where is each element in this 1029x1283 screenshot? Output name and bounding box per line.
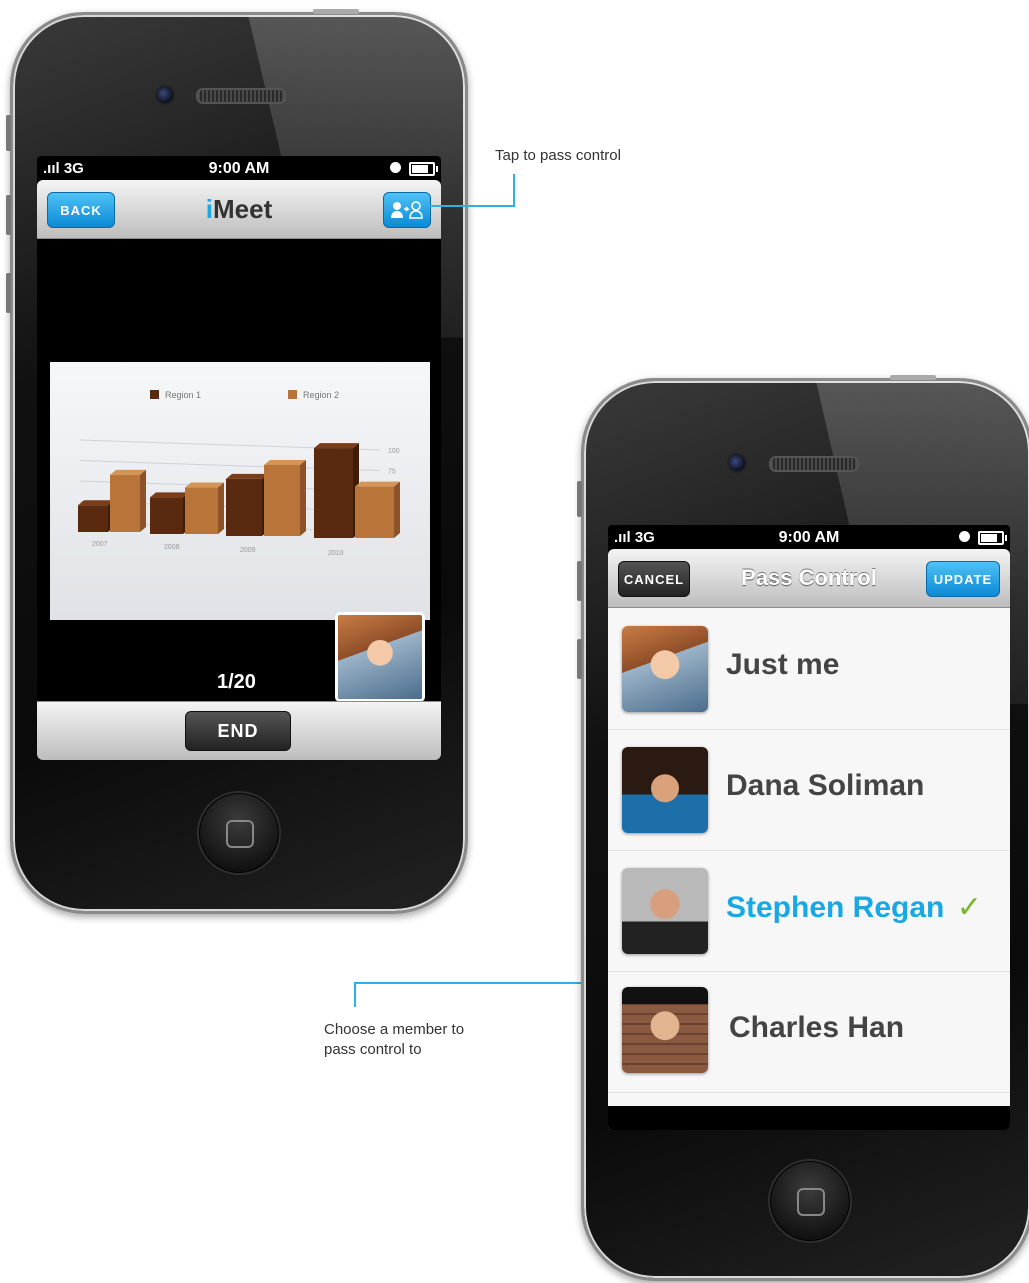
member-name: Charles Han — [729, 1011, 905, 1044]
callout-choose-member: Choose a member to pass control to — [324, 1021, 465, 1058]
callout-pass-control: Tap to pass control — [495, 147, 621, 164]
bar-region-1-2008 — [150, 497, 183, 534]
alarm-icon — [390, 162, 401, 173]
bar-top — [110, 469, 146, 475]
tick-label: 100 — [388, 448, 400, 455]
x-tick-label: 2009 — [240, 547, 256, 554]
bar-top — [78, 500, 114, 506]
avatar — [338, 615, 422, 699]
x-tick-label: 2008 — [164, 544, 180, 551]
bar-top — [264, 459, 306, 465]
status-bar: .ııl 3G 9:00 AM — [37, 156, 441, 180]
app-logo: iMeet — [205, 194, 273, 224]
bar-region-1-2010 — [314, 448, 353, 538]
front-camera-icon — [727, 453, 747, 473]
nav-bar: BACK iMeet — [37, 180, 441, 239]
callout-line — [430, 205, 515, 207]
bar-top — [314, 443, 359, 449]
phone-left: .ııl 3G 9:00 AM BACK iMeet Region 1 Regi… — [6, 9, 468, 914]
list-item[interactable]: Charles Han — [608, 971, 1010, 1093]
bar-top — [355, 481, 400, 487]
self-video-thumbnail[interactable] — [335, 612, 425, 702]
nav-bar: CANCEL Pass Control UPDATE — [608, 549, 1010, 608]
volume-down-button[interactable] — [6, 273, 11, 313]
callout-line — [513, 174, 515, 206]
bar-region-1-2007 — [78, 505, 108, 532]
bar-region-2-2010 — [355, 486, 394, 538]
speaker-grille — [196, 88, 286, 104]
mute-switch[interactable] — [577, 481, 582, 517]
bottom-toolbar: END — [37, 701, 441, 760]
volume-down-button[interactable] — [577, 639, 582, 679]
avatar — [622, 626, 708, 712]
member-list: Just me Dana Soliman Stephen Regan ✓ Cha… — [608, 608, 1010, 1130]
callout-line — [354, 983, 356, 1007]
avatar — [622, 987, 708, 1073]
home-button[interactable] — [197, 791, 281, 875]
presentation-slide: Region 1 Region 2 0255075100200720082009… — [50, 362, 430, 620]
x-tick-label: 2010 — [328, 550, 344, 557]
list-item[interactable]: Dana Soliman — [608, 729, 1010, 851]
bar-region-1-2009 — [226, 478, 262, 536]
avatar — [622, 747, 708, 833]
mute-switch[interactable] — [6, 115, 11, 151]
member-name: Dana Soliman — [726, 769, 925, 802]
pass-control-button[interactable] — [383, 192, 431, 228]
status-bar: .ııl 3G 9:00 AM — [608, 525, 1010, 549]
speaker-grille — [769, 456, 859, 472]
member-name-selected: Stephen Regan ✓ — [726, 891, 982, 924]
home-square-icon — [226, 820, 254, 848]
bar-chart: 02550751002007200820092010 — [78, 439, 400, 557]
page-counter: 1/20 — [217, 671, 256, 693]
volume-up-button[interactable] — [577, 561, 582, 601]
list-item[interactable]: Stephen Regan ✓ — [608, 850, 1010, 972]
list-item[interactable]: Just me — [608, 608, 1010, 730]
screen: .ııl 3G 9:00 AM BACK iMeet Region 1 Regi… — [37, 156, 441, 760]
bar-region-2-2007 — [110, 474, 140, 532]
bar-top — [185, 482, 224, 488]
battery-icon — [409, 162, 438, 176]
power-button[interactable] — [890, 375, 936, 380]
status-time: 9:00 AM — [208, 160, 270, 177]
bar-side — [218, 482, 224, 534]
front-camera-icon — [155, 85, 175, 105]
tick-label: 75 — [388, 469, 396, 476]
home-square-icon — [797, 1188, 825, 1216]
phone-right: .ııl 3G 9:00 AM CANCEL Pass Control UPDA… — [577, 375, 1029, 1281]
bar-region-2-2008 — [185, 487, 218, 534]
battery-icon — [978, 531, 1007, 545]
bar-top — [150, 492, 189, 498]
bar-side — [140, 469, 146, 532]
update-button[interactable]: UPDATE — [926, 561, 1000, 597]
bar-side — [394, 481, 400, 538]
member-name: Just me — [726, 648, 840, 681]
volume-up-button[interactable] — [6, 195, 11, 235]
bar-side — [300, 459, 306, 536]
alarm-icon — [959, 531, 970, 542]
bar-top — [226, 473, 268, 479]
bar-region-2-2009 — [264, 464, 300, 536]
end-button[interactable]: END — [185, 711, 291, 751]
status-time: 9:00 AM — [778, 529, 840, 546]
power-button[interactable] — [313, 9, 359, 14]
avatar — [622, 868, 708, 954]
home-button[interactable] — [768, 1159, 852, 1243]
checkmark-icon: ✓ — [956, 891, 982, 924]
screen: .ııl 3G 9:00 AM CANCEL Pass Control UPDA… — [608, 525, 1010, 1130]
x-tick-label: 2007 — [92, 541, 108, 548]
screen-bottom-edge — [608, 1106, 1010, 1130]
person-pass-icon — [391, 201, 423, 219]
